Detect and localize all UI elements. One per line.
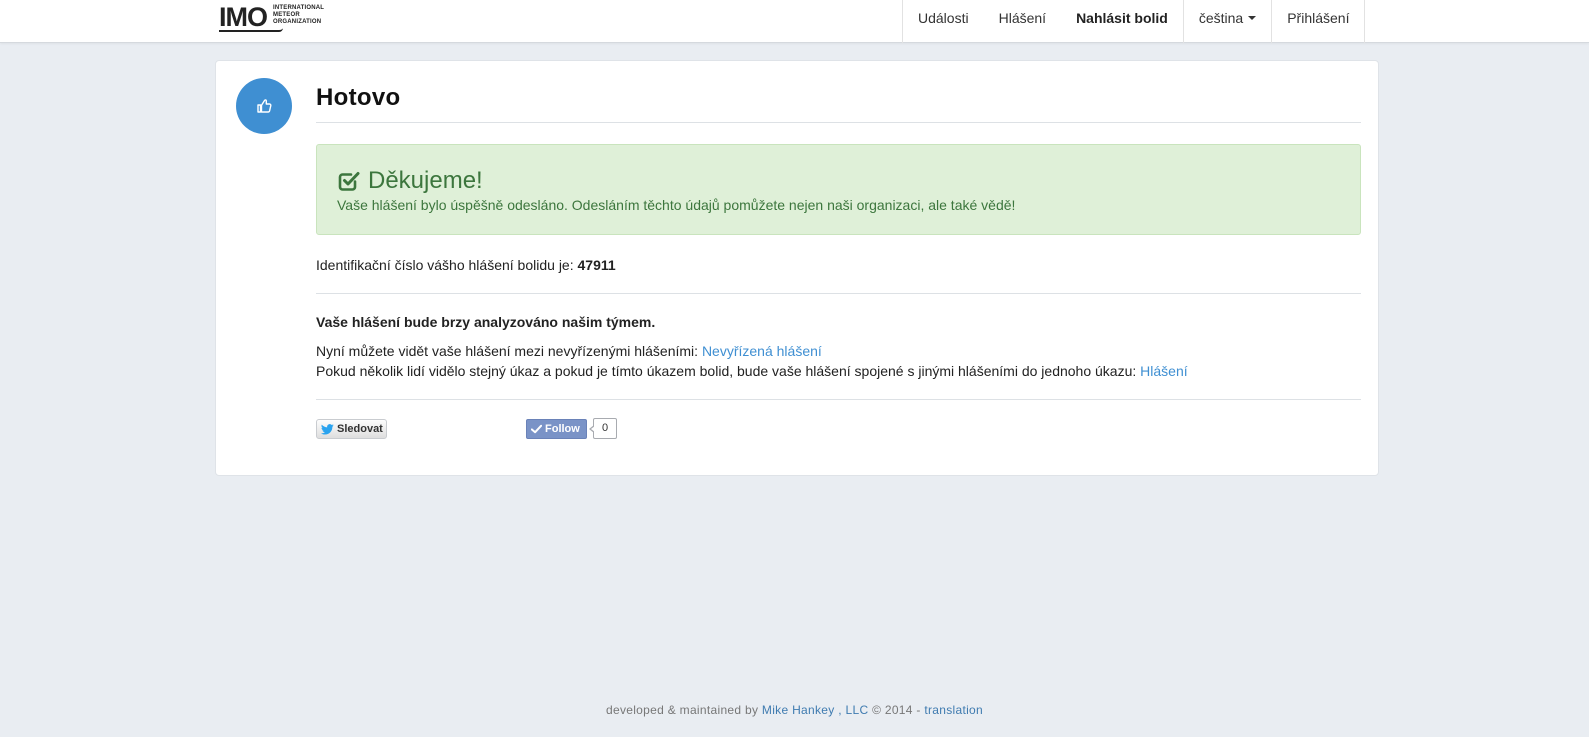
pending-reports-text: Nyní můžete vidět vaše hlášení mezi nevy… — [316, 343, 699, 359]
footer-company-sep: , — [838, 703, 842, 717]
footer-translation-link[interactable]: translation — [924, 703, 983, 717]
top-navbar: IMO INTERNATIONAL METEOR ORGANIZATION Ud… — [0, 0, 1589, 43]
report-id-line: Identifikační číslo vášho hlášení bolidu… — [316, 257, 616, 273]
check-square-icon — [338, 172, 360, 191]
main-card: Hotovo Děkujeme! Vaše hlášení bylo úspěš… — [215, 60, 1379, 476]
pending-reports-line: Nyní můžete vidět vaše hlášení mezi nevy… — [316, 343, 822, 359]
nav-item-language[interactable]: čeština — [1182, 0, 1271, 43]
main-nav: Události Hlášení Nahlásit bolid čeština … — [902, 0, 1366, 43]
nav-item-hlaseni[interactable]: Hlášení — [984, 0, 1061, 43]
facebook-follow-label: Follow — [545, 423, 580, 435]
facebook-follow-button[interactable]: Follow — [526, 419, 587, 439]
imo-logo[interactable]: IMO INTERNATIONAL METEOR ORGANIZATION — [219, 3, 324, 33]
logo-mark: IMO — [219, 3, 283, 32]
footer-prefix: developed & maintained by — [606, 703, 759, 717]
report-id-value: 47911 — [577, 257, 616, 273]
alert-header: Děkujeme! — [337, 167, 483, 195]
nav-item-nahlasit-bolid[interactable]: Nahlásit bolid — [1061, 0, 1183, 43]
thumbs-up-badge — [236, 78, 292, 134]
logo-line-1: INTERNATIONAL — [273, 5, 325, 11]
footer: developed & maintained by Mike Hankey , … — [0, 703, 1589, 717]
pending-reports-link[interactable]: Nevyřízená hlášení — [702, 343, 822, 359]
report-id-label: Identifikační číslo vášho hlášení bolidu… — [316, 257, 574, 273]
logo-swoosh — [219, 28, 283, 32]
thumbs-up-icon — [257, 99, 272, 113]
twitter-bird-icon — [321, 423, 334, 435]
divider — [316, 293, 1361, 294]
logo-line-3: ORGANIZATION — [273, 19, 322, 25]
analyze-notice: Vaše hlášení bude brzy analyzováno našim… — [316, 314, 656, 330]
logo-line-2: METEOR — [273, 12, 300, 18]
twitter-follow-button[interactable]: Sledovat — [316, 419, 387, 439]
facebook-follow-count: 0 — [589, 418, 617, 439]
logo-subtitle: INTERNATIONAL METEOR ORGANIZATION — [273, 5, 324, 26]
success-alert: Děkujeme! Vaše hlášení bylo úspěšně odes… — [316, 144, 1361, 235]
language-label: čeština — [1198, 10, 1244, 26]
twitter-follow-label: Sledovat — [337, 423, 383, 435]
reports-link[interactable]: Hlášení — [1140, 363, 1187, 379]
footer-author-link[interactable]: Mike Hankey — [762, 703, 835, 717]
nav-item-login[interactable]: Přihlášení — [1271, 0, 1366, 43]
check-icon — [531, 424, 542, 434]
footer-copyright: © 2014 - — [872, 703, 921, 717]
merged-reports-line: Pokud několik lidí vidělo stejný úkaz a … — [316, 363, 1188, 379]
alert-title: Děkujeme! — [368, 167, 483, 194]
page-title: Hotovo — [316, 84, 401, 111]
alert-message: Vaše hlášení bylo úspěšně odesláno. Odes… — [337, 197, 1016, 213]
footer-company-link[interactable]: LLC — [846, 703, 869, 717]
caret-down-icon — [1248, 16, 1257, 21]
merged-reports-text: Pokud několik lidí vidělo stejný úkaz a … — [316, 363, 1137, 379]
nav-item-udalosti[interactable]: Události — [903, 0, 984, 43]
divider — [316, 399, 1361, 400]
divider — [316, 122, 1361, 123]
